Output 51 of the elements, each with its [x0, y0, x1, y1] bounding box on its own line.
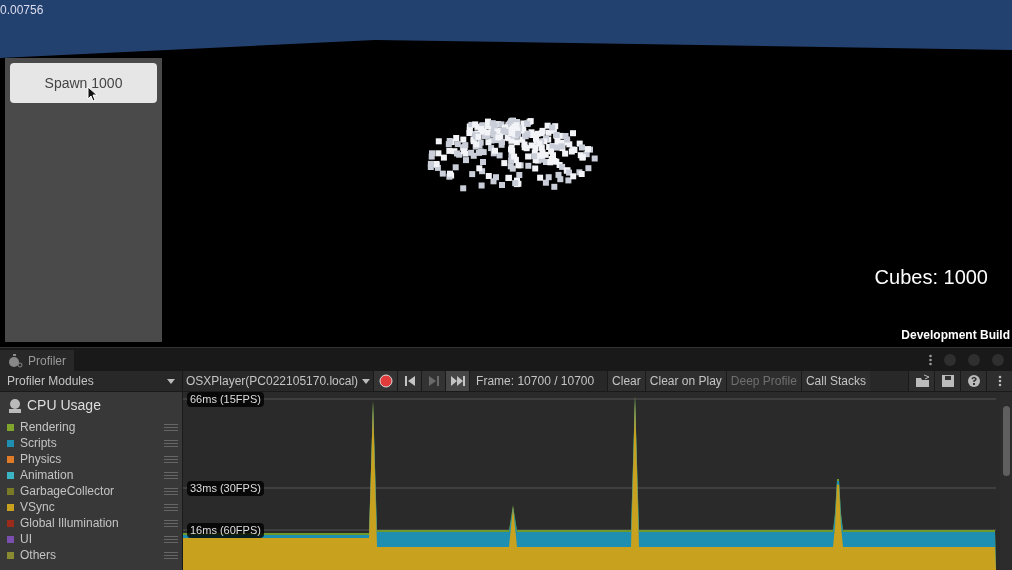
- drag-handle-icon[interactable]: [164, 423, 178, 431]
- toolbar-button[interactable]: Clear: [607, 371, 645, 391]
- legend-label: Global Illumination: [20, 515, 120, 532]
- caret-icon: [362, 378, 371, 384]
- drag-handle-icon[interactable]: [164, 535, 178, 543]
- save-button[interactable]: [934, 371, 960, 391]
- next-frame-icon: [426, 374, 441, 388]
- more-icon[interactable]: [929, 354, 932, 366]
- drag-handle-icon[interactable]: [164, 455, 178, 463]
- target-dropdown[interactable]: OSXPlayer(PC022105170.local): [183, 371, 374, 391]
- legend-label: Rendering: [20, 419, 77, 436]
- toolbar-button[interactable]: Call Stacks: [800, 371, 870, 391]
- load-button[interactable]: [908, 371, 934, 391]
- help-icon: [966, 374, 981, 388]
- legend-label: UI: [20, 531, 33, 548]
- stopwatch-icon: [8, 353, 24, 368]
- drag-handle-icon[interactable]: [164, 551, 178, 559]
- drag-handle-icon[interactable]: [164, 439, 178, 447]
- last-frame-icon: [450, 374, 465, 388]
- folder-icon: [914, 374, 929, 388]
- legend-label: Scripts: [20, 435, 58, 452]
- cube-count: Cubes: 1000: [874, 265, 988, 290]
- legend-label: Others: [20, 547, 57, 564]
- toolbar-button[interactable]: Clear on Play: [644, 371, 726, 391]
- spawn-button[interactable]: Spawn 1000: [10, 63, 157, 103]
- help-button[interactable]: [960, 371, 986, 391]
- drag-handle-icon[interactable]: [164, 471, 178, 479]
- threshold-label: 66ms (15FPS): [187, 392, 264, 407]
- caret-icon: [167, 378, 175, 384]
- legend-label: Animation: [20, 467, 75, 484]
- drag-handle-icon[interactable]: [164, 503, 178, 511]
- modules-dropdown[interactable]: Profiler Modules: [0, 371, 183, 391]
- legend-label: Physics: [20, 451, 63, 468]
- threshold-label: 33ms (30FPS): [187, 481, 264, 496]
- legend-label: GarbageCollector: [20, 483, 116, 500]
- drag-handle-icon[interactable]: [164, 487, 178, 495]
- fps-readout: 0.00756: [0, 2, 44, 19]
- record-button[interactable]: [373, 371, 398, 391]
- cursor-icon: [87, 86, 98, 102]
- profiler-tab[interactable]: Profiler: [0, 350, 74, 371]
- build-label: Development Build: [901, 327, 1010, 344]
- drag-handle-icon[interactable]: [164, 519, 178, 527]
- legend-label: VSync: [20, 499, 56, 516]
- more-button[interactable]: [986, 371, 1012, 391]
- cpu-icon: [7, 397, 23, 414]
- module-title: CPU Usage: [27, 396, 101, 415]
- previous-frame-button[interactable]: [397, 371, 422, 391]
- previous-frame-icon: [402, 374, 417, 388]
- record-icon: [378, 374, 393, 388]
- threshold-label: 16ms (60FPS): [187, 523, 264, 538]
- last-frame-button[interactable]: [445, 371, 470, 391]
